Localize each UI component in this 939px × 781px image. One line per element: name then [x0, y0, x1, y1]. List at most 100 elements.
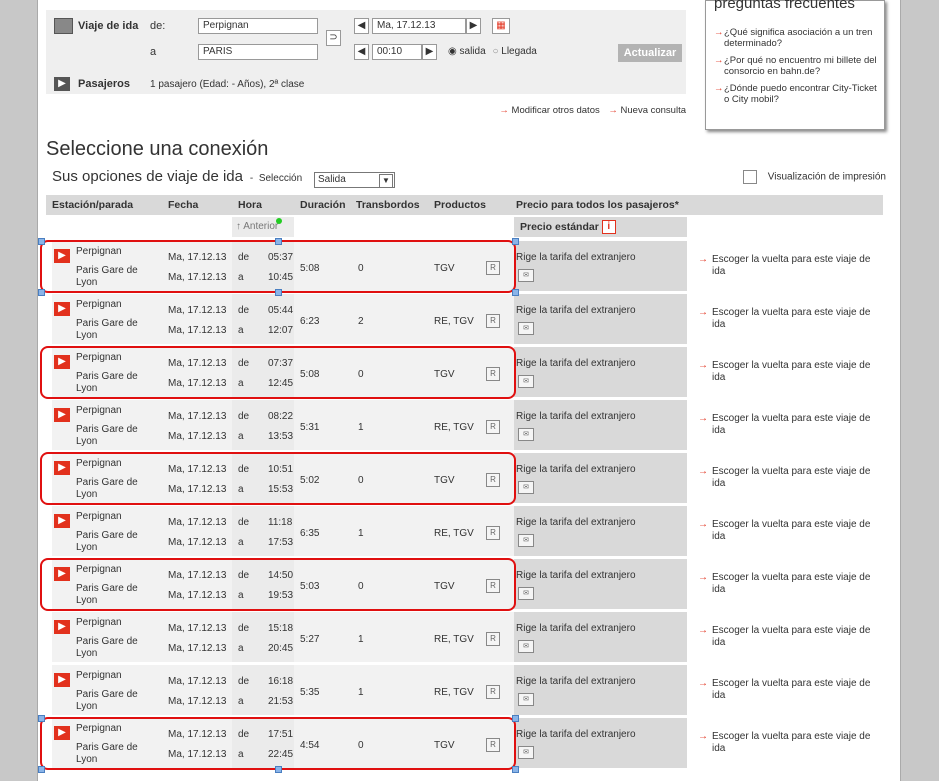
expand-arrow-icon[interactable]: ▶ [54, 673, 70, 687]
from-word: de [238, 729, 250, 740]
resize-handle[interactable] [38, 238, 45, 245]
arr-time: 12:07 [268, 325, 294, 336]
passengers-arrow-icon[interactable]: ▶ [54, 77, 70, 91]
train-info-icon[interactable]: R [486, 738, 500, 752]
train-info-icon[interactable]: R [486, 632, 500, 646]
price-cell [514, 718, 687, 768]
earlier-link[interactable]: ↑ Anterior [232, 217, 294, 237]
time-prev-button[interactable]: ◀ [354, 44, 369, 60]
connection-row[interactable]: ▶ Perpignan Paris Gare de Lyon Ma, 17.12.13… [46, 665, 883, 718]
calendar-icon[interactable]: ▦ [492, 18, 510, 34]
swap-button[interactable]: ⊃ [326, 30, 341, 46]
connection-row[interactable]: ▶ Perpignan Paris Gare de Lyon Ma, 17.12.13… [46, 718, 883, 771]
envelope-icon: ✉ [518, 322, 534, 335]
header-price: Precio para todos los pasajeros* [516, 199, 679, 211]
connection-row[interactable]: ▶ Perpignan Paris Gare de Lyon Ma, 17.12.13… [46, 241, 883, 294]
dep-time: 15:18 [268, 623, 294, 634]
envelope-icon: ✉ [518, 375, 534, 388]
expand-arrow-icon[interactable]: ▶ [54, 514, 70, 528]
faq-link[interactable]: ¿Dónde puedo encontrar City-Ticket o Cit… [714, 83, 879, 105]
to-word: a [238, 590, 244, 601]
envelope-icon: ✉ [518, 481, 534, 494]
expand-arrow-icon[interactable]: ▶ [54, 461, 70, 475]
connection-row[interactable]: ▶ Perpignan Paris Gare de Lyon Ma, 17.12.13… [46, 559, 883, 612]
arrow-icon: → [698, 572, 708, 583]
update-button[interactable]: Actualizar [618, 44, 682, 62]
arrow-icon: → [698, 731, 708, 742]
table-subheader: ↑ Anterior Precio estándar i [46, 217, 883, 239]
expand-arrow-icon[interactable]: ▶ [54, 567, 70, 581]
chevron-down-icon[interactable]: ▼ [379, 174, 393, 188]
expand-arrow-icon[interactable]: ▶ [54, 302, 70, 316]
dep-date: Ma, 17.12.13 [168, 729, 227, 740]
transfers: 2 [358, 316, 364, 327]
time-input[interactable]: 00:10 [372, 44, 422, 60]
choose-return-link[interactable]: Escoger la vuelta para este viaje de ida [712, 519, 878, 543]
expand-arrow-icon[interactable]: ▶ [54, 355, 70, 369]
print-link[interactable]: Visualización de impresión [743, 170, 886, 184]
train-info-icon[interactable]: R [486, 685, 500, 699]
time-cell [232, 453, 294, 503]
choose-return-link[interactable]: Escoger la vuelta para este viaje de ida [712, 625, 878, 649]
expand-arrow-icon[interactable]: ▶ [54, 408, 70, 422]
arrival-radio[interactable]: ○ [492, 46, 498, 57]
time-next-button[interactable]: ▶ [422, 44, 437, 60]
expand-arrow-icon[interactable]: ▶ [54, 620, 70, 634]
train-info-icon[interactable]: R [486, 367, 500, 381]
expand-arrow-icon[interactable]: ▶ [54, 726, 70, 740]
faq-link[interactable]: ¿Por qué no encuentro mi billete del con… [714, 55, 879, 77]
to-station: Paris Gare de Lyon [76, 742, 138, 765]
date-next-button[interactable]: ▶ [466, 18, 481, 34]
train-info-icon[interactable]: R [486, 526, 500, 540]
train-info-icon[interactable]: R [486, 314, 500, 328]
connection-row[interactable]: ▶ Perpignan Paris Gare de Lyon Ma, 17.12.13… [46, 347, 883, 400]
train-info-icon[interactable]: R [486, 420, 500, 434]
info-icon[interactable]: i [601, 220, 616, 235]
departure-radio[interactable]: ◉ [448, 46, 457, 57]
modify-link[interactable]: Modificar otros datos [512, 105, 600, 116]
connection-row[interactable]: ▶ Perpignan Paris Gare de Lyon Ma, 17.12.13… [46, 400, 883, 453]
connection-row[interactable]: ▶ Perpignan Paris Gare de Lyon Ma, 17.12.13… [46, 612, 883, 665]
train-info-icon[interactable]: R [486, 473, 500, 487]
passengers-label: Pasajeros [78, 78, 130, 90]
choose-return-link[interactable]: Escoger la vuelta para este viaje de ida [712, 254, 878, 278]
subtitle: Sus opciones de viaje de ida - Selección [52, 168, 303, 185]
faq-link[interactable]: ¿Qué significa asociación a un tren dete… [714, 27, 879, 49]
connection-row[interactable]: ▶ Perpignan Paris Gare de Lyon Ma, 17.12.13… [46, 506, 883, 559]
choose-return-link[interactable]: Escoger la vuelta para este viaje de ida [712, 731, 878, 755]
choose-return-link[interactable]: Escoger la vuelta para este viaje de ida [712, 572, 878, 596]
arrow-icon: → [698, 519, 708, 530]
price-cell [514, 241, 687, 291]
choose-return-link[interactable]: Escoger la vuelta para este viaje de ida [712, 307, 878, 331]
from-station: Perpignan [76, 723, 122, 734]
resize-handle[interactable] [38, 715, 45, 722]
connection-row[interactable]: ▶ Perpignan Paris Gare de Lyon Ma, 17.12.13… [46, 453, 883, 506]
from-input[interactable]: Perpignan [198, 18, 318, 34]
resize-handle[interactable] [38, 766, 45, 773]
arr-date: Ma, 17.12.13 [168, 378, 227, 389]
new-query-link[interactable]: Nueva consulta [621, 105, 686, 116]
arr-date: Ma, 17.12.13 [168, 749, 227, 760]
header-duration: Duración [300, 199, 346, 211]
price-text: Rige la tarifa del extranjero [516, 411, 636, 422]
choose-return-link[interactable]: Escoger la vuelta para este viaje de ida [712, 466, 878, 490]
arr-time: 17:53 [268, 537, 294, 548]
to-input[interactable]: PARIS [198, 44, 318, 60]
selection-select[interactable]: Salida ▼ [314, 172, 395, 188]
products: RE, TGV [434, 687, 474, 698]
connection-row[interactable]: ▶ Perpignan Paris Gare de Lyon Ma, 17.12.13… [46, 294, 883, 347]
row-bg [294, 612, 514, 662]
transfers: 0 [358, 581, 364, 592]
train-info-icon[interactable]: R [486, 579, 500, 593]
train-info-icon[interactable]: R [486, 261, 500, 275]
date-input[interactable]: Ma, 17.12.13 [372, 18, 466, 34]
from-word: de [238, 464, 250, 475]
date-prev-button[interactable]: ◀ [354, 18, 369, 34]
expand-arrow-icon[interactable]: ▶ [54, 249, 70, 263]
choose-return-link[interactable]: Escoger la vuelta para este viaje de ida [712, 413, 878, 437]
resize-handle[interactable] [38, 289, 45, 296]
duration: 6:23 [300, 316, 320, 327]
choose-return-link[interactable]: Escoger la vuelta para este viaje de ida [712, 360, 878, 384]
choose-return-link[interactable]: Escoger la vuelta para este viaje de ida [712, 678, 878, 702]
envelope-icon: ✉ [518, 746, 534, 759]
